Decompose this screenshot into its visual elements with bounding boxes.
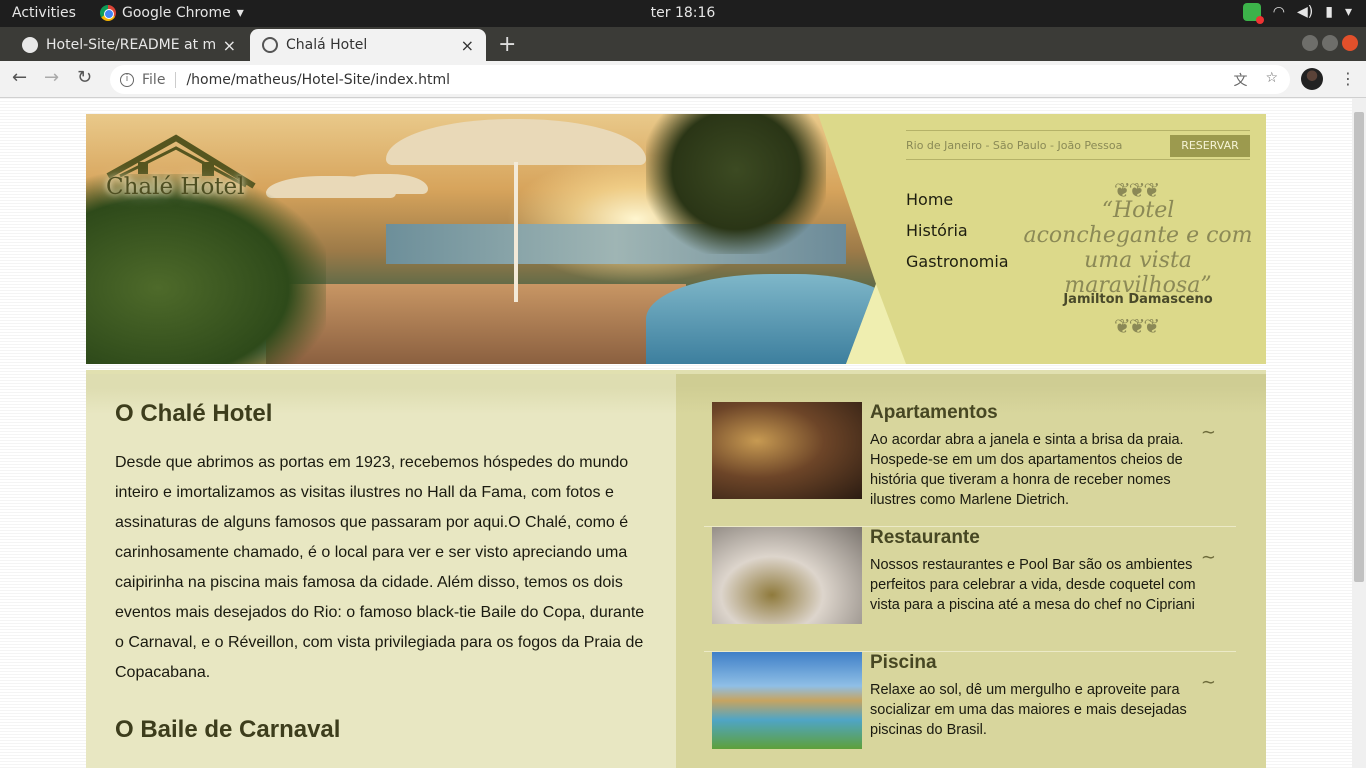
swirl-ornament-icon: ∼ (1200, 672, 1216, 693)
feature-title: Apartamentos (870, 402, 998, 423)
github-icon (22, 37, 38, 53)
feature-text: Relaxe ao sol, dê um mergulho e aproveit… (870, 682, 1187, 738)
reload-button[interactable]: ↻ (77, 67, 92, 88)
menu-item-home[interactable]: Home (906, 184, 1009, 215)
chevron-down-icon[interactable]: ▾ (1345, 4, 1352, 20)
window-controls (1302, 35, 1358, 51)
pool-photo (712, 652, 862, 749)
about-text: Desde que abrimos as portas em 1923, rec… (115, 454, 645, 681)
main-menu: Home História Gastronomia (906, 184, 1009, 277)
testimonial-author: Jamilton Damasceno (1063, 292, 1213, 307)
tab-title: Hotel-Site/README at ma (46, 37, 215, 53)
umbrella-pole (514, 162, 518, 302)
swirl-ornament-icon: ∼ (1200, 547, 1216, 568)
feature-title: Restaurante (870, 527, 980, 548)
tab-title: Chalá Hotel (286, 37, 368, 53)
url-text[interactable]: /home/matheus/Hotel-Site/index.html (186, 72, 450, 88)
feature-title: Piscina (870, 652, 937, 673)
site-header: Chalé Hotel Rio de Janeiro - São Paulo -… (86, 114, 1266, 364)
features-section: Apartamentos Ao acordar abra a janela e … (676, 374, 1266, 768)
page-scrollbar[interactable] (1352, 98, 1366, 768)
new-tab-button[interactable]: + (498, 32, 516, 57)
translate-icon[interactable]: 文 (1233, 70, 1247, 90)
logo-text[interactable]: Chalé Hotel (106, 174, 245, 200)
feature-text: Ao acordar abra a janela e sinta a brisa… (870, 432, 1184, 508)
close-window-button[interactable] (1342, 35, 1358, 51)
feature-text: Nossos restaurantes e Pool Bar são os am… (870, 557, 1196, 613)
menu-item-historia[interactable]: História (906, 215, 1009, 246)
globe-icon (262, 37, 278, 53)
tab-chala-hotel[interactable]: Chalá Hotel × (250, 29, 486, 61)
system-tray[interactable]: ◠ ◀) ▮ ▾ (1242, 3, 1352, 24)
about-section: O Chalé Hotel Desde que abrimos as porta… (86, 374, 676, 768)
tab-github-readme[interactable]: Hotel-Site/README at ma × (10, 29, 248, 61)
info-icon[interactable]: i (120, 72, 134, 87)
browser-toolbar: ← → ↻ i File /home/matheus/Hotel-Site/in… (0, 61, 1366, 98)
close-tab-icon[interactable]: × (223, 36, 236, 55)
apartment-photo (712, 402, 862, 499)
battery-icon[interactable]: ▮ (1325, 4, 1333, 20)
umbrella (386, 119, 646, 165)
profile-avatar[interactable] (1301, 68, 1323, 90)
back-button[interactable]: ← (12, 67, 27, 88)
pool-deck (266, 284, 686, 364)
cities-bar: Rio de Janeiro - São Paulo - João Pessoa… (906, 130, 1250, 160)
feature-apartamentos[interactable]: Apartamentos Ao acordar abra a janela e … (704, 402, 1236, 527)
ornament-bottom-icon: ❦❦❦ (1113, 314, 1160, 338)
feature-restaurante[interactable]: Restaurante Nossos restaurantes e Pool B… (704, 527, 1236, 652)
restaurant-photo (712, 527, 862, 624)
forward-button[interactable]: → (44, 67, 59, 88)
hero-image: Chalé Hotel (86, 114, 876, 364)
swirl-ornament-icon: ∼ (1200, 422, 1216, 443)
maximize-button[interactable] (1322, 35, 1338, 51)
star-icon[interactable]: ☆ (1265, 70, 1278, 90)
umbrella (338, 174, 428, 194)
volume-icon[interactable]: ◀) (1297, 4, 1313, 20)
tab-strip: Hotel-Site/README at ma × Chalá Hotel × … (0, 27, 1366, 61)
system-top-bar: Activities Google Chrome ▾ ter 18:16 ◠ ◀… (0, 0, 1366, 27)
main-content: O Chalé Hotel Desde que abrimos as porta… (86, 370, 1266, 768)
page-viewport: Chalé Hotel Rio de Janeiro - São Paulo -… (0, 98, 1352, 768)
feature-piscina[interactable]: Piscina Relaxe ao sol, dê um mergulho e … (704, 652, 1236, 768)
scrollbar-thumb[interactable] (1354, 112, 1364, 582)
carnival-title: O Baile de Carnaval (115, 716, 341, 743)
cities-text: Rio de Janeiro - São Paulo - João Pessoa (906, 138, 1123, 152)
menu-item-gastronomia[interactable]: Gastronomia (906, 246, 1009, 277)
about-title: O Chalé Hotel (115, 400, 273, 427)
clock[interactable]: ter 18:16 (0, 5, 1366, 21)
menu-icon[interactable]: ⋮ (1340, 69, 1356, 88)
update-icon[interactable] (1242, 3, 1264, 24)
scheme-label: File (142, 71, 177, 88)
reserve-button[interactable]: RESERVAR (1170, 135, 1250, 157)
palm-tree (646, 114, 826, 254)
close-tab-icon[interactable]: × (461, 36, 474, 55)
wifi-icon[interactable]: ◠ (1273, 4, 1285, 20)
testimonial-quote: “Hotel aconchegante e com uma vista mara… (1023, 198, 1253, 298)
address-bar[interactable]: i File /home/matheus/Hotel-Site/index.ht… (110, 65, 1290, 94)
site-container: Chalé Hotel Rio de Janeiro - São Paulo -… (86, 114, 1266, 768)
minimize-button[interactable] (1302, 35, 1318, 51)
